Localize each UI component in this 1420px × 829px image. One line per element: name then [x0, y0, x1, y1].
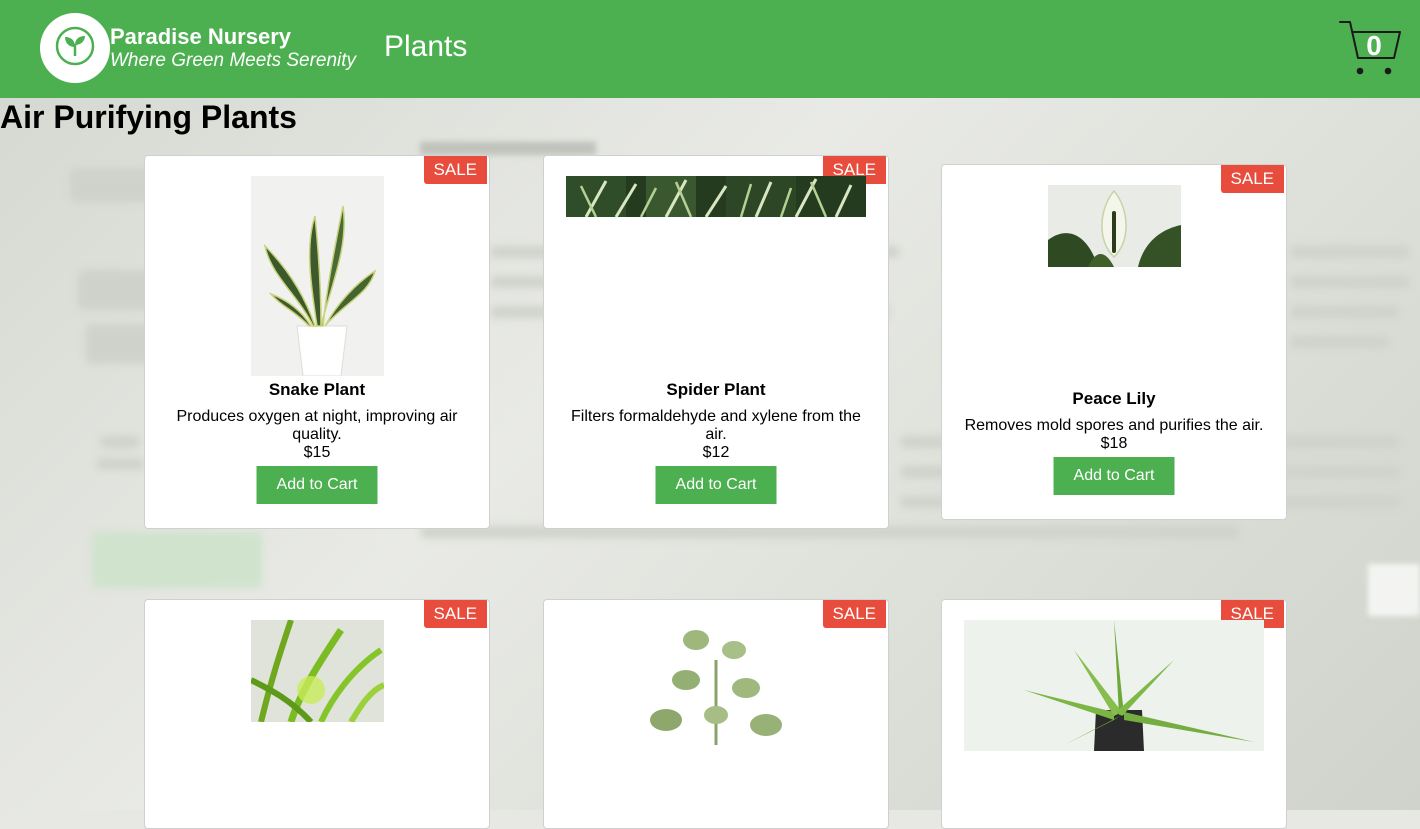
product-price: $12: [702, 444, 730, 461]
product-image: [145, 620, 489, 722]
product-card: SALE: [144, 599, 490, 829]
product-image: [942, 185, 1286, 267]
product-image: [544, 176, 888, 217]
add-to-cart-button[interactable]: Add to Cart: [1053, 457, 1175, 495]
cart-count: 0: [1366, 30, 1382, 61]
product-description: Removes mold spores and purifies the air…: [964, 417, 1264, 434]
brand-tagline: Where Green Meets Serenity: [110, 50, 357, 71]
logo[interactable]: [40, 13, 110, 83]
product-description: Filters formaldehyde and xylene from the…: [571, 408, 861, 443]
top-header: Paradise Nursery Where Green Meets Seren…: [0, 0, 1420, 98]
product-card-snake-plant: SALE Snake Plant Produces oxygen at nigh…: [144, 155, 490, 529]
product-name: Peace Lily: [1072, 389, 1156, 408]
section-title: Air Purifying Plants: [0, 99, 297, 135]
leaf-icon: [54, 25, 96, 72]
add-to-cart-button[interactable]: Add to Cart: [256, 466, 378, 504]
product-description: Produces oxygen at night, improving air …: [176, 408, 458, 443]
product-name: Snake Plant: [268, 380, 366, 399]
nav-plants-link[interactable]: Plants: [384, 30, 467, 64]
product-price: $15: [303, 444, 331, 461]
product-card-spider-plant: SALE Spider Plant Filters formaldehyde a…: [543, 155, 889, 529]
product-card: SALE: [543, 599, 889, 829]
product-image: [145, 176, 489, 376]
add-to-cart-button[interactable]: Add to Cart: [655, 466, 777, 504]
brand-name: Paradise Nursery: [110, 24, 291, 49]
product-card: SALE: [941, 599, 1287, 829]
product-card-peace-lily: SALE Peace Lily Removes mold spores and …: [941, 164, 1287, 520]
shopping-cart-icon: [1338, 21, 1402, 82]
product-name: Spider Plant: [666, 380, 766, 399]
product-image: [544, 620, 888, 745]
product-price: $18: [1100, 435, 1128, 452]
product-image: [942, 620, 1286, 751]
